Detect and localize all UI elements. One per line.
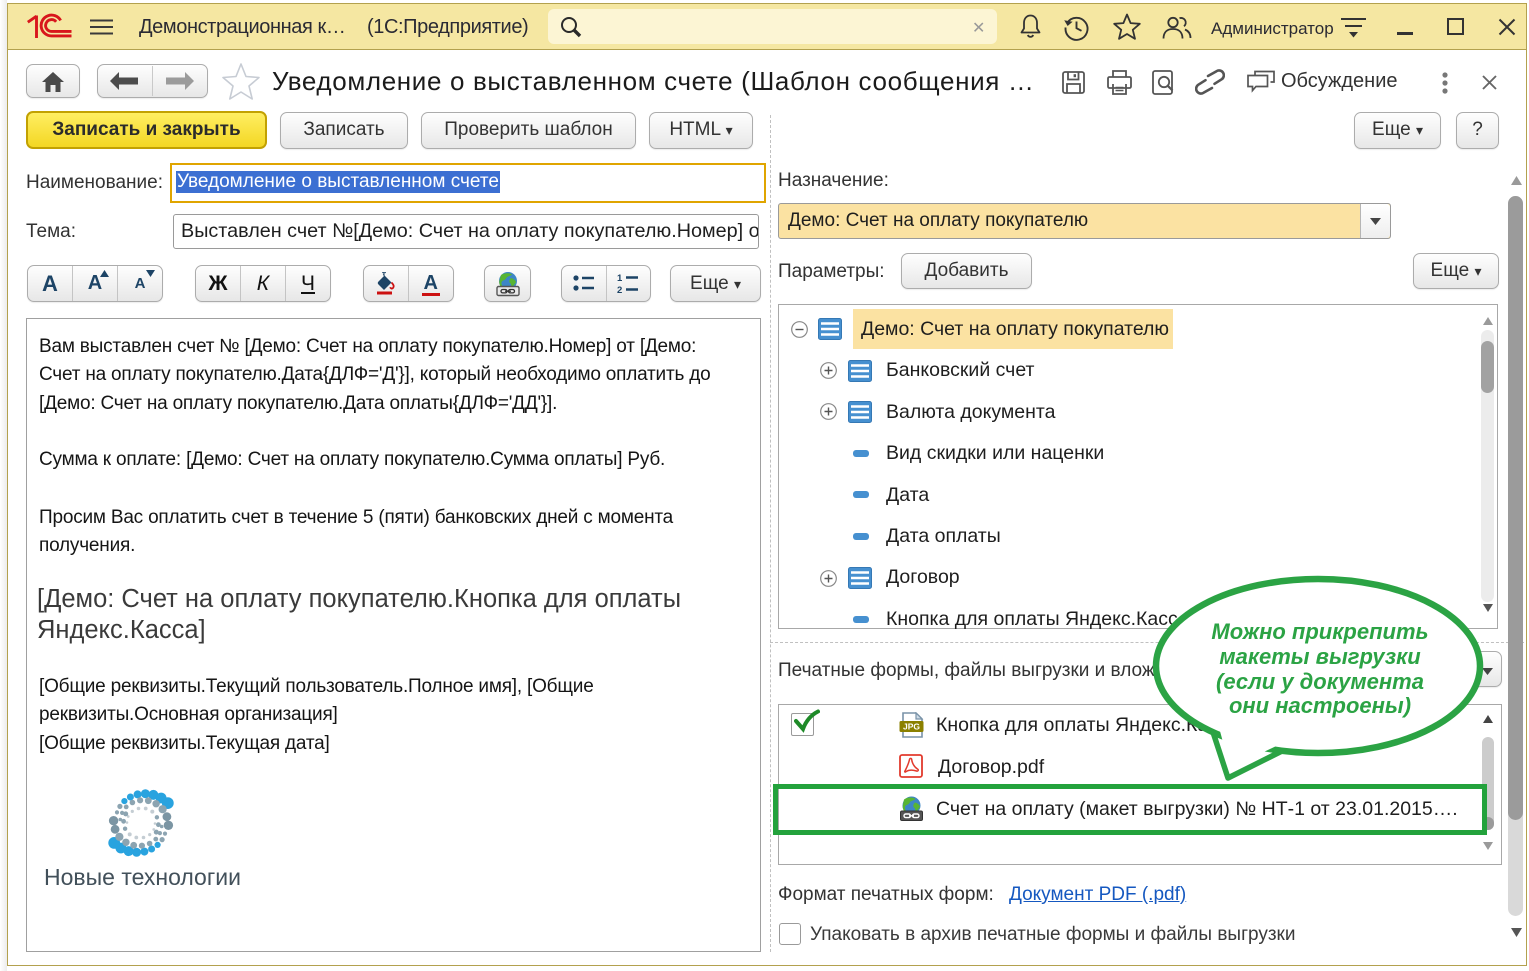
svg-text:2: 2 [617, 285, 622, 295]
svg-text:они настроены): они настроены) [1229, 693, 1411, 718]
svg-text:макеты выгрузки: макеты выгрузки [1219, 644, 1421, 669]
svg-text:1: 1 [617, 273, 623, 284]
svg-text:JPG: JPG [903, 722, 920, 732]
svg-text:Можно прикрепить: Можно прикрепить [1211, 619, 1428, 644]
svg-text:(если у документа: (если у документа [1216, 669, 1424, 694]
